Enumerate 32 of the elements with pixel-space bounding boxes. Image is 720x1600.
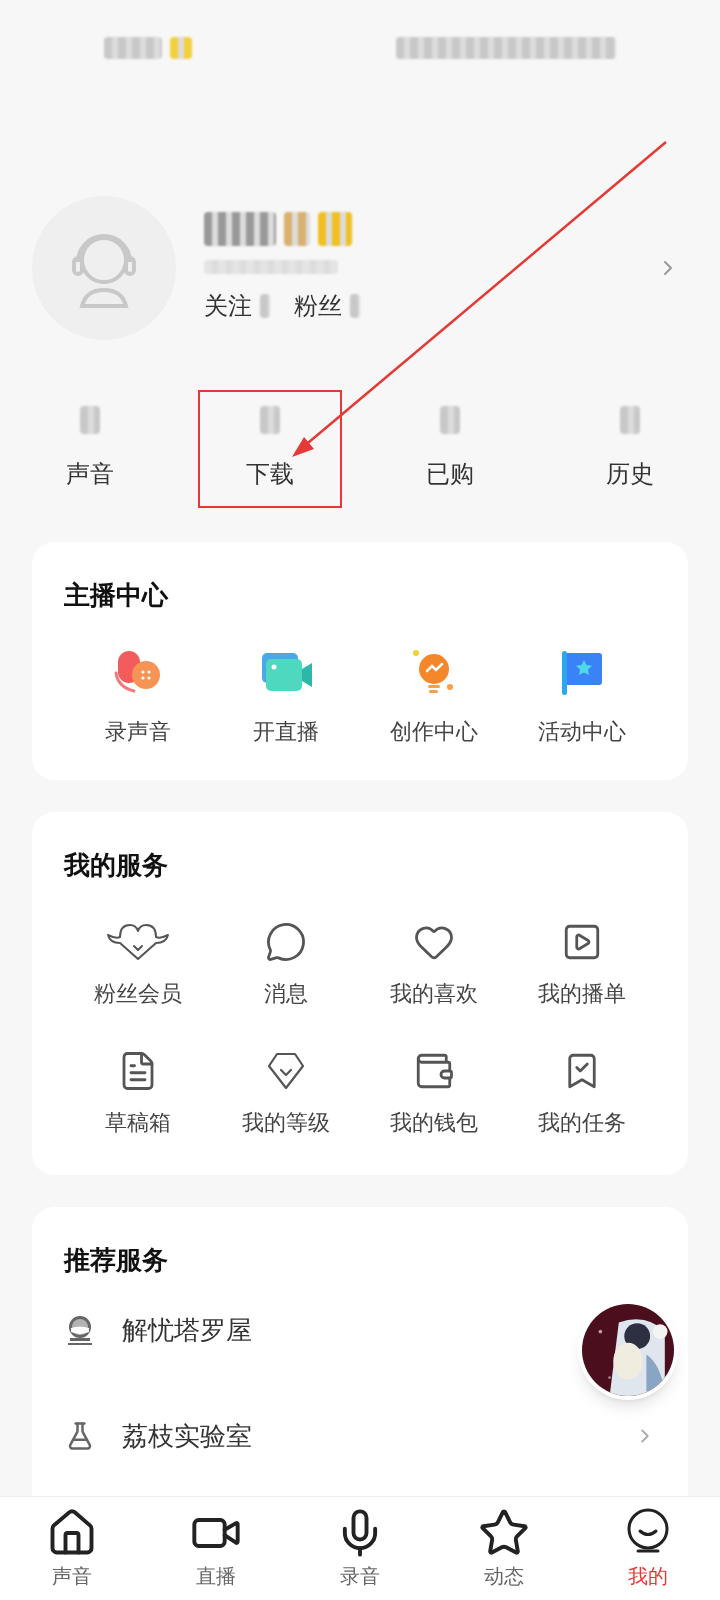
host-center-item[interactable]: 录声音 — [64, 645, 212, 748]
tab[interactable]: 动态 — [432, 1497, 576, 1600]
tab[interactable]: 直播 — [144, 1497, 288, 1600]
tab[interactable]: 录音 — [288, 1497, 432, 1600]
service-item[interactable]: 草稿箱 — [64, 1048, 212, 1139]
follow-label[interactable]: 关注 — [204, 288, 252, 324]
stat-label: 已购 — [426, 459, 474, 489]
service-item[interactable]: 我的等级 — [212, 1048, 360, 1139]
service-item[interactable]: 我的任务 — [508, 1048, 656, 1139]
section-title: 推荐服务 — [64, 1244, 169, 1277]
stat-item[interactable]: 历史 — [558, 390, 702, 508]
tab[interactable]: 声音 — [0, 1497, 144, 1600]
section-title: 主播中心 — [64, 579, 170, 612]
stat-label: 历史 — [606, 459, 654, 489]
recommended-item[interactable]: 解忧塔罗屋 — [64, 1310, 252, 1350]
stat-item[interactable]: 声音 — [18, 390, 162, 508]
fans-label[interactable]: 粉丝 — [294, 288, 342, 324]
host-center-item[interactable]: 活动中心 — [508, 645, 656, 748]
stat-label: 声音 — [66, 459, 114, 489]
host-center-item[interactable]: 开直播 — [212, 645, 360, 748]
service-item[interactable]: 我的喜欢 — [360, 919, 508, 1010]
recommended-item[interactable]: 荔枝实验室 — [64, 1416, 252, 1456]
host-center-item[interactable]: 创作中心 — [360, 645, 508, 748]
tab[interactable]: 我的 — [576, 1497, 720, 1600]
section-title: 我的服务 — [64, 849, 169, 882]
service-item[interactable]: 我的播单 — [508, 919, 656, 1010]
service-item[interactable]: 粉丝会员 — [64, 919, 212, 1010]
stat-item[interactable]: 已购 — [378, 390, 522, 508]
stat-item[interactable]: 下载 — [198, 390, 342, 508]
stat-label: 下载 — [246, 459, 294, 489]
service-item[interactable]: 我的钱包 — [360, 1048, 508, 1139]
service-item[interactable]: 消息 — [212, 919, 360, 1010]
